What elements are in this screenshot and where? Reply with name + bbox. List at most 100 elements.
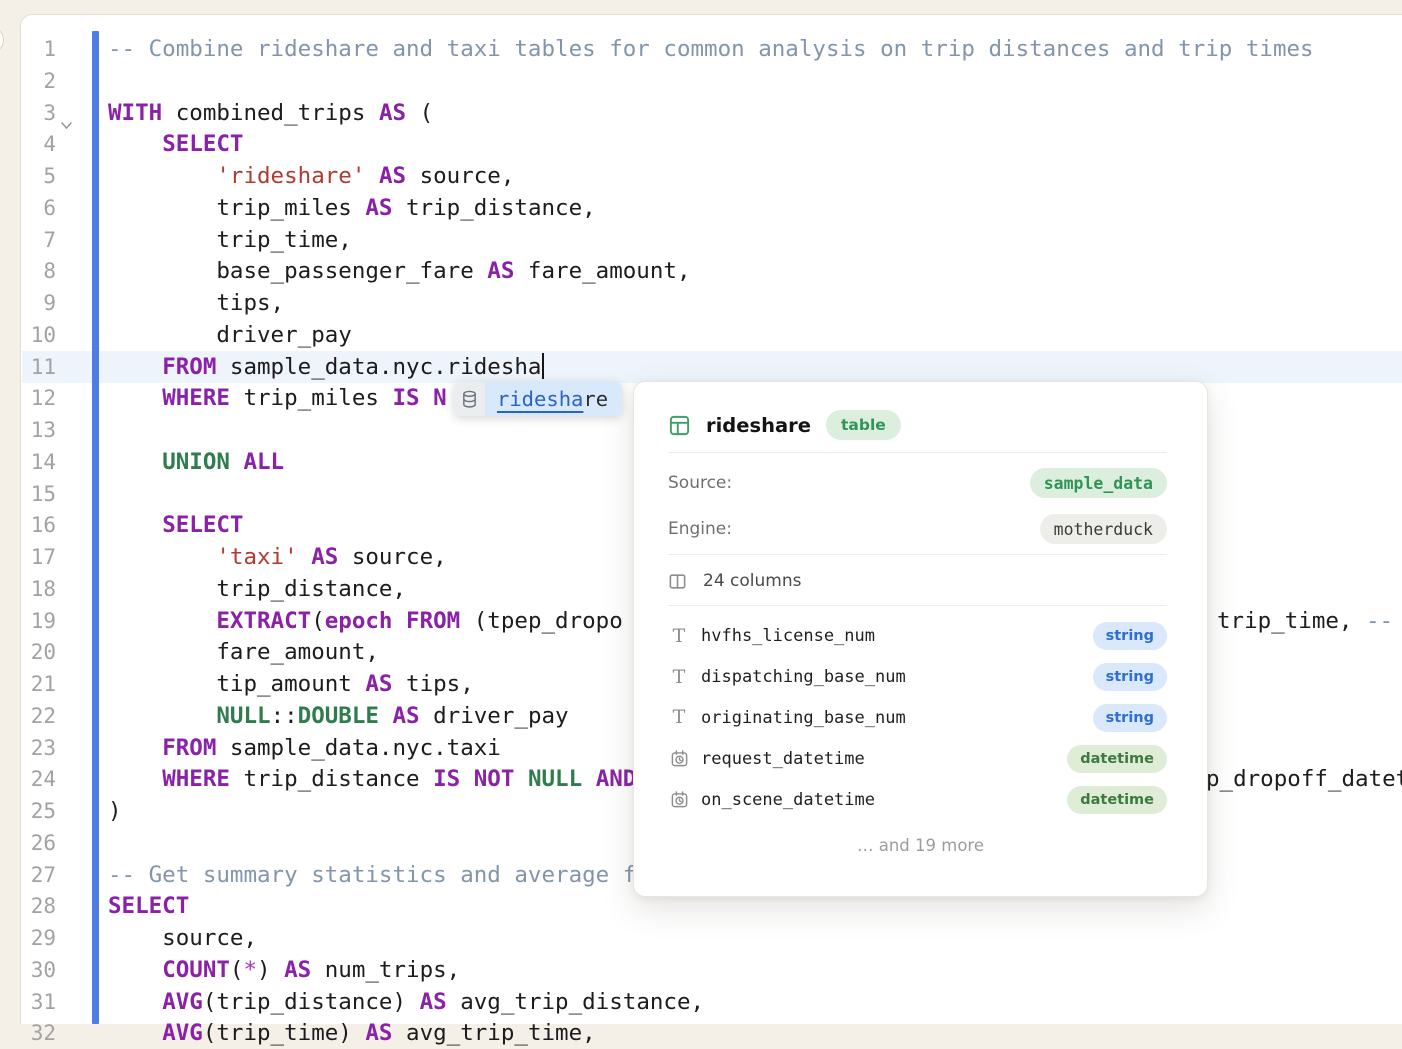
- code-text: tip_amount AS tips,: [108, 668, 474, 700]
- code-token: AS: [365, 671, 392, 697]
- code-token: [108, 989, 162, 1015]
- autocomplete-popup: rideshare: [454, 382, 622, 416]
- code-line[interactable]: 8 base_passenger_fare AS fare_amount,: [22, 255, 1402, 287]
- code-token: [420, 385, 434, 411]
- code-line[interactable]: 32 AVG(trip_time) AS avg_trip_time,: [22, 1017, 1402, 1049]
- code-line[interactable]: 29 source,: [22, 922, 1402, 954]
- code-line[interactable]: 1 -- Combine rideshare and taxi tables fo…: [22, 33, 1402, 65]
- code-token: ): [108, 798, 122, 824]
- code-token: FROM: [162, 735, 216, 761]
- code-line[interactable]: 3WITH combined_trips AS (: [22, 97, 1402, 129]
- code-token: tips,: [108, 290, 284, 316]
- column-row: Tdispatching_base_numstring: [668, 657, 1167, 698]
- line-number: 1: [24, 33, 56, 65]
- code-token: DOUBLE: [298, 703, 379, 729]
- code-line[interactable]: 9 tips,: [22, 287, 1402, 319]
- table-info-card: rideshare table Source:sample_dataEngine…: [633, 381, 1208, 897]
- table-icon: [668, 414, 691, 437]
- code-token: (: [406, 100, 433, 126]
- card-divider: [668, 554, 1167, 555]
- code-token: [298, 544, 312, 570]
- code-token: ): [257, 957, 284, 983]
- code-text: UNION ALL: [108, 446, 284, 478]
- gutter-change-bar: [92, 31, 99, 1024]
- code-text: WITH combined_trips AS (: [108, 97, 433, 129]
- code-token: SELECT: [162, 131, 243, 157]
- code-token: WITH: [108, 100, 162, 126]
- code-token: [108, 1020, 162, 1046]
- columns-count-label: 24 columns: [703, 571, 801, 591]
- floating-button-fragment[interactable]: [0, 27, 4, 53]
- column-row: on_scene_datetimedatetime: [668, 779, 1167, 820]
- column-name: dispatching_base_num: [701, 667, 1093, 687]
- column-row: Toriginating_base_numstring: [668, 698, 1167, 739]
- code-token: UNION: [162, 449, 230, 475]
- line-number: 11: [24, 351, 56, 383]
- code-text: driver_pay: [108, 319, 352, 351]
- code-token: trip_time,: [1217, 608, 1366, 634]
- column-row: Thvfhs_license_numstring: [668, 616, 1167, 657]
- code-token: [108, 131, 162, 157]
- table-type-badge: table: [826, 410, 901, 440]
- code-line[interactable]: 10 driver_pay: [22, 319, 1402, 351]
- code-text: fare_amount,: [108, 636, 379, 668]
- line-number: 32: [24, 1017, 56, 1049]
- database-icon: [454, 382, 485, 416]
- code-token: AS: [379, 100, 406, 126]
- code-line[interactable]: 4 SELECT: [22, 128, 1402, 160]
- line-number: 5: [24, 160, 56, 192]
- autocomplete-item-rideshare[interactable]: rideshare: [485, 382, 622, 416]
- columns-icon: [668, 572, 687, 591]
- line-number: 30: [24, 954, 56, 986]
- code-text: p_dropoff_datet: [1206, 763, 1402, 795]
- autocomplete-match-text: ridesha: [497, 387, 583, 411]
- code-line[interactable]: 11 FROM sample_data.nyc.ridesha: [22, 351, 1402, 383]
- code-text: SELECT: [108, 509, 243, 541]
- code-text: SELECT: [108, 890, 189, 922]
- code-token: [108, 163, 216, 189]
- line-number: 25: [24, 795, 56, 827]
- code-token: -- Combine rideshare and taxi tables for…: [108, 36, 1314, 62]
- code-text: 'taxi' AS source,: [108, 541, 447, 573]
- meta-value-badge: sample_data: [1030, 468, 1167, 498]
- line-number: 17: [24, 541, 56, 573]
- code-token: source,: [108, 925, 257, 951]
- code-token: WHERE: [162, 385, 230, 411]
- code-token: trip_miles: [108, 195, 365, 221]
- column-type-badge: datetime: [1067, 786, 1167, 814]
- code-token: AVG: [162, 989, 203, 1015]
- column-type-badge: string: [1093, 663, 1167, 691]
- text-cursor: [542, 353, 544, 379]
- line-number: 10: [24, 319, 56, 351]
- code-token: ALL: [243, 449, 284, 475]
- code-line[interactable]: 6 trip_miles AS trip_distance,: [22, 192, 1402, 224]
- code-line[interactable]: 30 COUNT(*) AS num_trips,: [22, 954, 1402, 986]
- column-row: request_datetimedatetime: [668, 738, 1167, 779]
- line-number: 31: [24, 986, 56, 1018]
- meta-row: Engine:motherduck: [668, 506, 1167, 552]
- line-number: 28: [24, 890, 56, 922]
- code-token: num_trips,: [311, 957, 460, 983]
- code-text: trip_time,: [108, 224, 352, 256]
- code-token: trip_distance,: [108, 576, 406, 602]
- code-token: base_passenger_fare: [108, 258, 487, 284]
- code-line[interactable]: 7 trip_time,: [22, 224, 1402, 256]
- column-type-badge: string: [1093, 704, 1167, 732]
- code-line[interactable]: 5 'rideshare' AS source,: [22, 160, 1402, 192]
- code-line[interactable]: 31 AVG(trip_distance) AS avg_trip_distan…: [22, 986, 1402, 1018]
- code-text: ): [108, 795, 122, 827]
- code-token: tip_amount: [108, 671, 365, 697]
- code-token: -- Get summary statistics and average f: [108, 862, 636, 888]
- app-root: { "colors": { "page_background": "#f5f0e…: [0, 0, 1402, 1024]
- code-token: *: [243, 957, 257, 983]
- code-token: trip_miles: [230, 385, 393, 411]
- code-token: AS: [311, 544, 338, 570]
- code-token: (trip_distance): [203, 989, 420, 1015]
- code-token: sample_data.nyc.taxi: [216, 735, 500, 761]
- line-number: 23: [24, 732, 56, 764]
- code-token: AS: [365, 195, 392, 221]
- line-number: 6: [24, 192, 56, 224]
- code-token: [230, 449, 244, 475]
- code-line[interactable]: 2: [22, 65, 1402, 97]
- code-token: ::: [271, 703, 298, 729]
